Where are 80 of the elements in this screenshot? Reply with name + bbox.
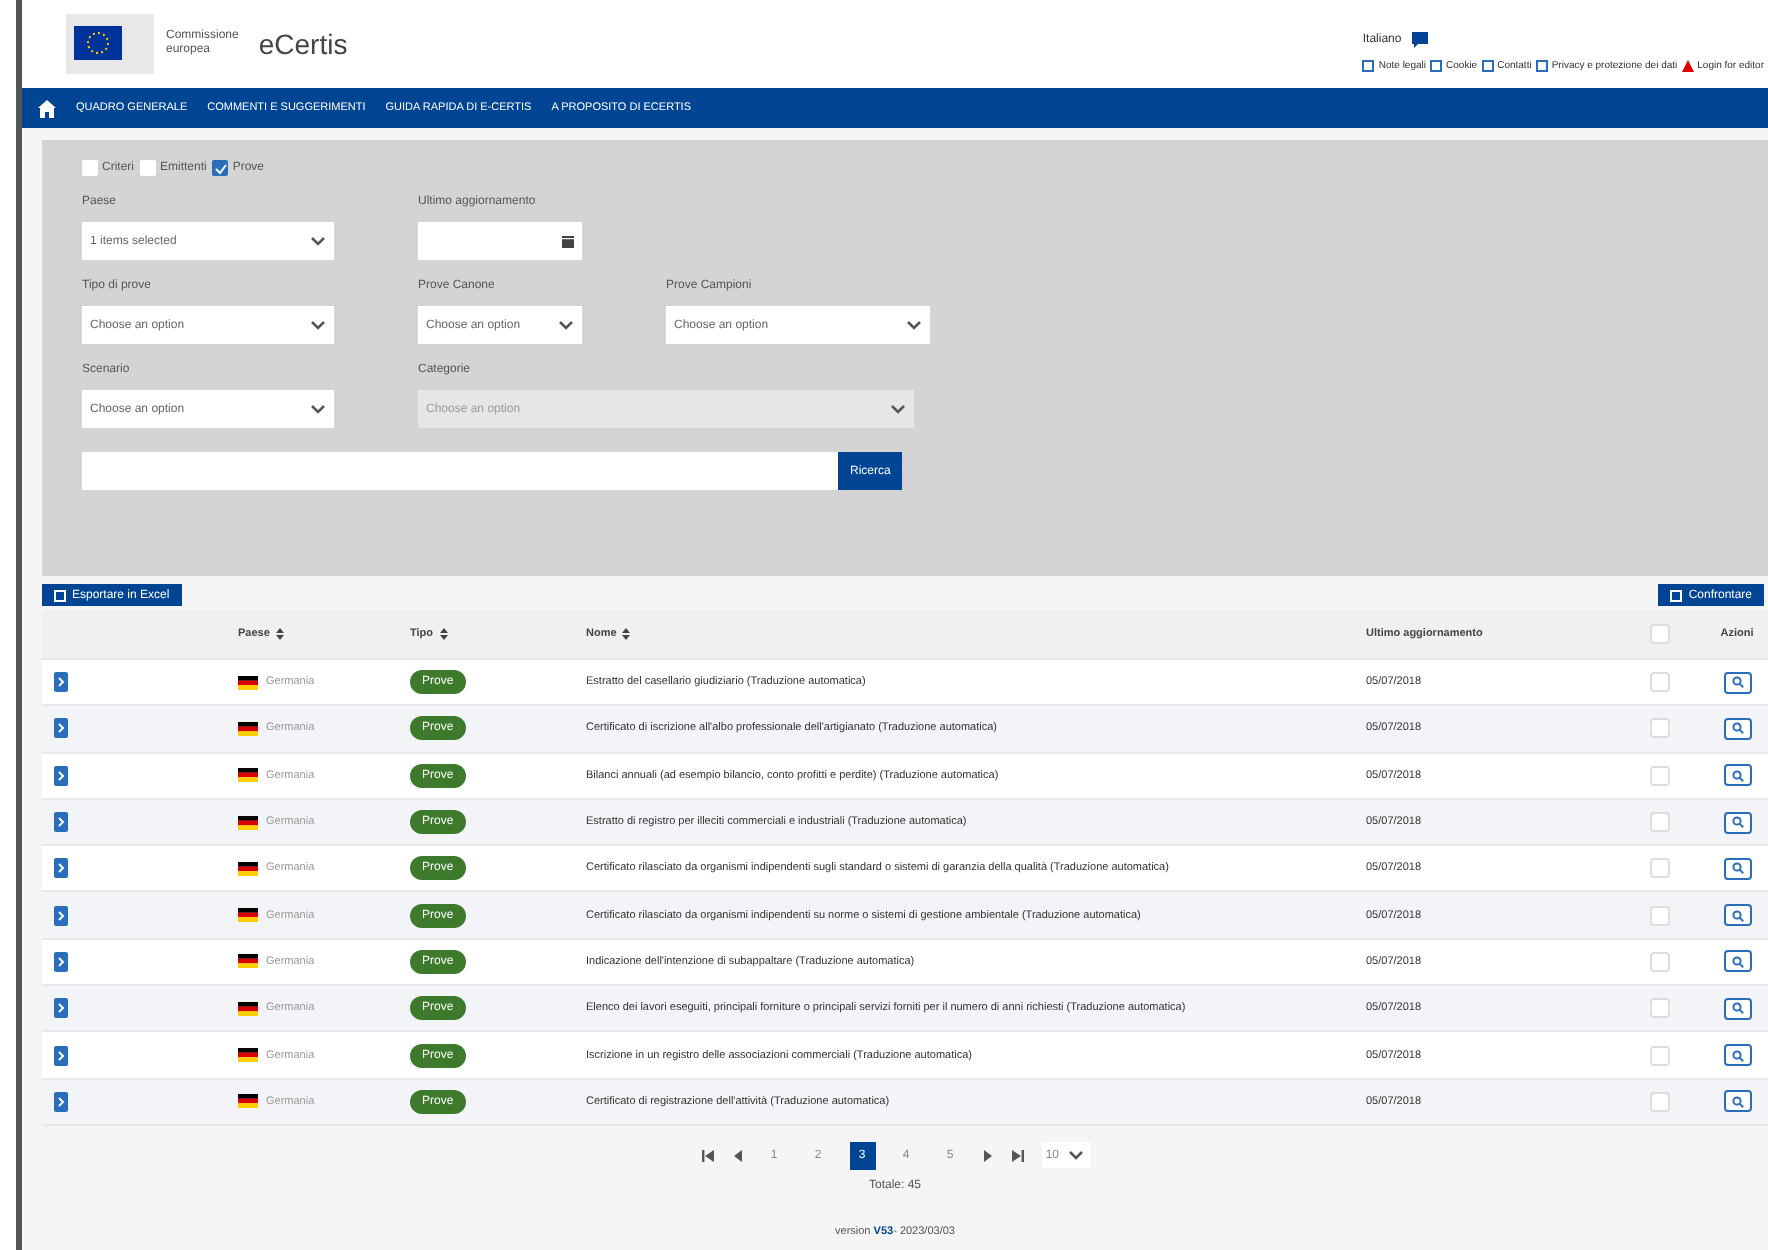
row-checkbox[interactable]	[1650, 765, 1670, 786]
chevron-icon	[558, 319, 574, 331]
row-checkbox[interactable]	[1650, 951, 1670, 972]
search-icon	[1731, 816, 1743, 829]
expand-icon[interactable]	[54, 905, 68, 926]
first-page-icon[interactable]	[701, 1149, 713, 1162]
search-icon	[1731, 1049, 1743, 1062]
row-checkbox[interactable]	[1650, 858, 1670, 879]
expand-icon[interactable]	[54, 765, 68, 786]
chevron-icon	[310, 319, 326, 331]
row-checkbox[interactable]	[1650, 1091, 1670, 1112]
search-icon	[1731, 769, 1743, 782]
row-checkbox[interactable]	[1650, 1045, 1670, 1066]
date-field[interactable]	[418, 222, 582, 260]
calendar-icon[interactable]	[562, 235, 574, 247]
sort-icon[interactable]	[622, 628, 631, 640]
search-icon	[1731, 676, 1743, 689]
search-icon	[1731, 722, 1743, 735]
view-button[interactable]	[1723, 1044, 1751, 1067]
chevron-icon	[310, 235, 326, 247]
previous-page-icon[interactable]	[731, 1149, 743, 1162]
checkbox[interactable]	[212, 160, 229, 176]
expand-icon[interactable]	[54, 812, 68, 833]
flag-icon	[238, 908, 258, 923]
flag-icon	[238, 768, 258, 783]
speech-bubble-icon[interactable]	[1409, 29, 1430, 49]
flag-icon	[238, 1048, 258, 1063]
expand-icon[interactable]	[54, 951, 68, 972]
search-icon	[1731, 1095, 1743, 1108]
flag-icon	[238, 1001, 258, 1016]
sort-icon[interactable]	[439, 628, 448, 640]
square-icon	[1430, 59, 1443, 71]
view-button[interactable]	[1723, 1090, 1751, 1113]
checkbox[interactable]	[82, 160, 98, 176]
checkbox[interactable]	[140, 160, 156, 176]
view-button[interactable]	[1723, 717, 1751, 740]
row-checkbox[interactable]	[1650, 998, 1670, 1019]
chevron-icon	[906, 319, 922, 331]
search-icon	[1731, 909, 1743, 922]
chevron-icon	[310, 403, 326, 415]
site-title: eCertis	[258, 28, 348, 60]
square-icon	[1481, 59, 1494, 71]
view-button[interactable]	[1723, 671, 1751, 694]
select-all-checkbox[interactable]	[1650, 624, 1670, 644]
warning-icon	[1681, 59, 1694, 71]
flag-icon	[238, 675, 258, 690]
home-icon[interactable]	[38, 99, 56, 117]
last-page-icon[interactable]	[1011, 1149, 1023, 1162]
view-button[interactable]	[1723, 811, 1751, 834]
expand-icon[interactable]	[54, 858, 68, 879]
expand-icon[interactable]	[54, 998, 68, 1019]
view-button[interactable]	[1723, 764, 1751, 787]
expand-icon[interactable]	[54, 1091, 68, 1112]
chevron-icon	[1068, 1149, 1085, 1162]
row-checkbox[interactable]	[1650, 812, 1670, 833]
flag-icon	[238, 721, 258, 736]
sort-icon[interactable]	[275, 628, 284, 640]
square-icon	[1362, 59, 1375, 71]
expand-icon[interactable]	[54, 1045, 68, 1066]
search-field[interactable]	[82, 452, 838, 490]
row-checkbox[interactable]	[1650, 718, 1670, 739]
search-icon	[1731, 862, 1743, 875]
eu-flag-logo	[66, 14, 154, 74]
flag-icon	[238, 954, 258, 969]
row-checkbox[interactable]	[1650, 672, 1670, 693]
expand-icon[interactable]	[54, 718, 68, 739]
search-icon	[1731, 1002, 1743, 1015]
chevron-icon	[890, 403, 906, 415]
search-icon	[1731, 955, 1743, 968]
flag-icon	[238, 815, 258, 830]
view-button[interactable]	[1723, 997, 1751, 1020]
flag-icon	[238, 1094, 258, 1109]
view-button[interactable]	[1723, 904, 1751, 927]
view-button[interactable]	[1723, 950, 1751, 973]
next-page-icon[interactable]	[981, 1149, 993, 1162]
expand-icon[interactable]	[54, 672, 68, 693]
flag-icon	[238, 861, 258, 876]
view-button[interactable]	[1723, 857, 1751, 880]
square-icon	[1535, 59, 1548, 71]
row-checkbox[interactable]	[1650, 905, 1670, 926]
